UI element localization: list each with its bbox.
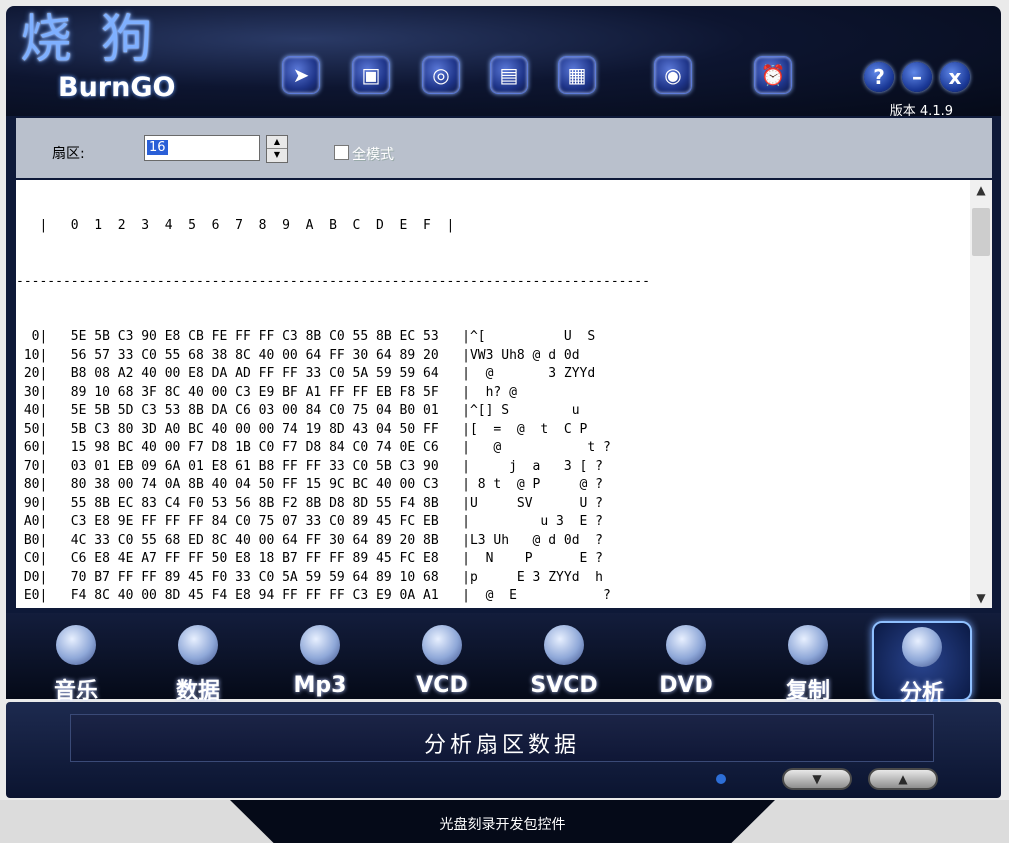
minimize-button[interactable]: – [902, 62, 932, 92]
document-button[interactable]: ▤ [490, 56, 528, 94]
close-button[interactable]: x [940, 62, 970, 92]
tab-label: DVD [659, 673, 713, 698]
tab-label: 数据 [175, 679, 220, 704]
hex-row: B0| 4C 33 C0 55 68 ED 8C 40 00 64 FF 30 … [16, 532, 603, 548]
hex-row: A0| C3 E8 9E FF FF FF 84 C0 75 07 33 C0 … [16, 514, 603, 529]
scroll-thumb[interactable] [972, 208, 990, 256]
hex-row: 70| 03 01 EB 09 6A 01 E8 61 B8 FF FF 33 … [16, 458, 603, 474]
save-button[interactable]: ▣ [352, 56, 390, 94]
header: 烧 狗 BurnGO ➤ ▣ ◎ ▤ ▦ ◉ ⏰ ? – x 版本 4.1.9 [6, 6, 1001, 119]
hex-row: 20| B8 08 A2 40 00 E8 DA AD FF FF 33 C0 … [16, 366, 596, 381]
timer-button[interactable]: ⏰ [754, 56, 792, 94]
footer-text: 光盘刻录开发包控件 [439, 817, 566, 833]
burngo-window: 烧 狗 BurnGO ➤ ▣ ◎ ▤ ▦ ◉ ⏰ ? – x 版本 4.1.9 … [0, 0, 1009, 843]
content-area: 扇区: 16 ▲ ▼ 全模式 | 0 1 2 3 4 5 6 7 8 9 A B… [6, 116, 1001, 613]
logo-chinese: 烧 狗 [20, 10, 159, 70]
tab-data[interactable]: 数据 [150, 621, 246, 704]
hex-header-line: | 0 1 2 3 4 5 6 7 8 9 A B C D E F | [16, 218, 455, 233]
help-button[interactable]: ? [864, 62, 894, 92]
svcd-film-icon [544, 625, 584, 665]
sector-label: 扇区: [52, 146, 85, 162]
grid-icon: ▦ [567, 63, 587, 87]
tab-label: VCD [416, 673, 468, 698]
full-mode-checkbox[interactable] [334, 145, 349, 160]
spin-down-icon[interactable]: ▼ [267, 149, 287, 161]
sector-value: 16 [147, 140, 168, 155]
spin-up-icon[interactable]: ▲ [267, 136, 287, 149]
hex-row: 10| 56 57 33 C0 55 68 38 8C 40 00 64 FF … [16, 347, 580, 363]
sector-toolbar: 扇区: 16 ▲ ▼ 全模式 [16, 118, 992, 178]
cd-button[interactable]: ◎ [422, 56, 460, 94]
hex-row: 30| 89 10 68 3F 8C 40 00 C3 E9 BF A1 FF … [16, 384, 517, 400]
tab-svcd[interactable]: SVCD [516, 621, 612, 698]
analyze-disc-icon [902, 627, 942, 667]
logo-burngo: BurnGO [58, 72, 176, 103]
hex-row: E0| F4 8C 40 00 8D 45 F4 E8 94 FF FF FF … [16, 588, 611, 603]
full-mode-label: 全模式 [352, 147, 394, 163]
tab-label: Mp3 [293, 673, 347, 698]
chevron-up-icon: ▲ [898, 772, 908, 786]
close-icon: x [948, 65, 962, 89]
back-arrow-icon: ➤ [292, 63, 310, 87]
help-icon: ? [873, 65, 885, 89]
hex-row: 50| 5B C3 80 3D A0 BC 40 00 00 74 19 8D … [16, 421, 588, 437]
tab-label: 音乐 [53, 679, 98, 704]
mp3-note-icon [300, 625, 340, 665]
minimize-icon: – [912, 65, 922, 89]
tab-analyze[interactable]: 分析 [872, 621, 972, 706]
hex-row: F0| FF FF EB F0 8B 45 F0 50 E8 DF B7 FF … [16, 606, 966, 609]
sector-spinner[interactable]: ▲ ▼ [266, 135, 288, 163]
status-area: 分析扇区数据 ▼ ▲ [6, 702, 1001, 798]
collapse-down-button[interactable]: ▼ [782, 768, 852, 790]
burn-button[interactable]: ◉ [654, 56, 692, 94]
footer-bar: 光盘刻录开发包控件 [230, 800, 775, 843]
tab-copy[interactable]: 复制 [760, 621, 856, 704]
tab-dvd[interactable]: DVD [638, 621, 734, 698]
tab-music[interactable]: 音乐 [28, 621, 124, 704]
hex-row: C0| C6 E8 4E A7 FF FF 50 E8 18 B7 FF FF … [16, 551, 603, 566]
status-panel: 分析扇区数据 [70, 714, 934, 762]
dvd-film-icon [666, 625, 706, 665]
scroll-down-icon[interactable]: ▼ [970, 588, 992, 608]
tab-label: 复制 [785, 679, 830, 704]
back-arrow-button[interactable]: ➤ [282, 56, 320, 94]
hex-separator: ----------------------------------------… [16, 273, 650, 289]
chevron-down-icon: ▼ [812, 772, 822, 786]
status-text: 分析扇区数据 [423, 733, 580, 758]
status-dot-icon [716, 774, 726, 784]
data-folder-icon [178, 625, 218, 665]
hex-row: 60| 15 98 BC 40 00 F7 D8 1B C0 F7 D8 84 … [16, 440, 611, 455]
hex-row: 80| 80 38 00 74 0A 8B 40 04 50 FF 15 9C … [16, 477, 603, 492]
tab-vcd[interactable]: VCD [394, 621, 490, 698]
copy-discs-icon [788, 625, 828, 665]
hex-viewer[interactable]: | 0 1 2 3 4 5 6 7 8 9 A B C D E F | ----… [16, 180, 992, 608]
vertical-scrollbar[interactable]: ▲ ▼ [970, 180, 992, 608]
hex-row: 0| 5E 5B C3 90 E8 CB FE FF FF C3 8B C0 5… [16, 329, 596, 344]
document-icon: ▤ [499, 63, 519, 87]
footer: 光盘刻录开发包控件 [0, 800, 1009, 843]
sector-input[interactable]: 16 [144, 135, 260, 161]
grid-button[interactable]: ▦ [558, 56, 596, 94]
scroll-up-icon[interactable]: ▲ [970, 180, 992, 200]
hex-row: D0| 70 B7 FF FF 89 45 F0 33 C0 5A 59 59 … [16, 569, 603, 585]
vcd-film-icon [422, 625, 462, 665]
tab-label: SVCD [530, 673, 598, 698]
hex-row: 90| 55 8B EC 83 C4 F0 53 56 8B F2 8B D8 … [16, 495, 603, 511]
expand-up-button[interactable]: ▲ [868, 768, 938, 790]
save-disk-icon: ▣ [361, 63, 381, 87]
mode-tabs: 音乐 数据 Mp3 VCD SVCD DVD 复制 分析 [6, 613, 1001, 706]
music-disc-icon [56, 625, 96, 665]
burn-disc-icon: ◉ [664, 63, 682, 87]
cd-disc-icon: ◎ [432, 63, 450, 87]
tab-mp3[interactable]: Mp3 [272, 621, 368, 698]
hex-row: 40| 5E 5B 5D C3 53 8B DA C6 03 00 84 C0 … [16, 403, 596, 418]
alarm-clock-icon: ⏰ [760, 63, 786, 87]
hex-rows: | 0 1 2 3 4 5 6 7 8 9 A B C D E F | ----… [16, 180, 966, 608]
